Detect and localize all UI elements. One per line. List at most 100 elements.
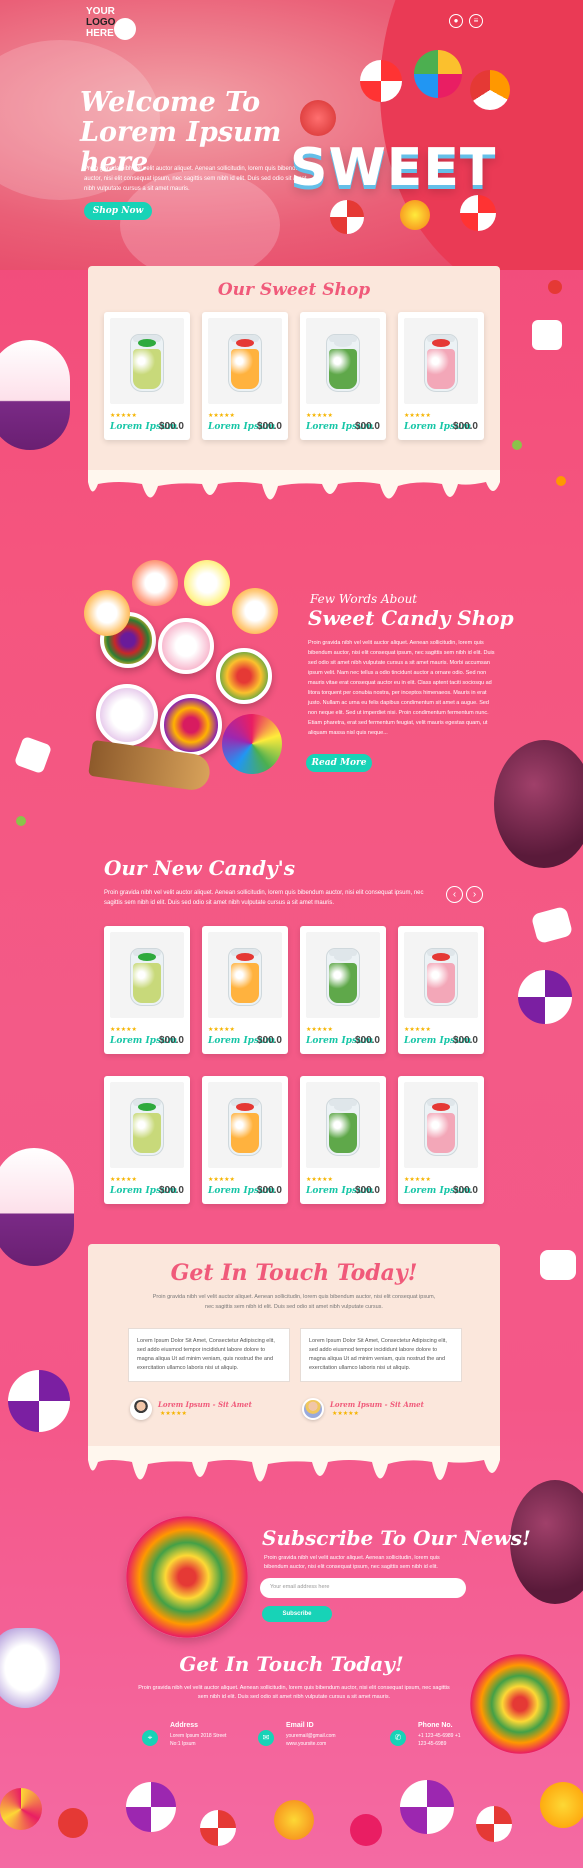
- testimonial-quote: Lorem Ipsum Dolor Sit Amet, Consectetur …: [300, 1328, 462, 1382]
- product-price: $00.0: [158, 421, 184, 432]
- section-title: Get In Touch Today!: [170, 1260, 418, 1286]
- lollipop-icon: [360, 60, 402, 102]
- rating-stars: ★★★★★: [208, 413, 235, 419]
- product-image: [110, 1082, 184, 1168]
- rating-stars: ★★★★★: [332, 1411, 359, 1417]
- product-price: $00.0: [354, 1185, 380, 1196]
- cupcake-decoration: [0, 1148, 74, 1266]
- location-icon: ⌖: [142, 1730, 158, 1746]
- product-card[interactable]: ★★★★★ Lorem Ipsum $00.0: [398, 312, 484, 440]
- product-card[interactable]: ★★★★★ Lorem Ipsum $00.0: [300, 312, 386, 440]
- phone-label: Phone No.: [418, 1722, 453, 1729]
- product-price: $00.0: [158, 1185, 184, 1196]
- product-image: [404, 932, 478, 1018]
- lollipop-icon: [8, 1370, 70, 1432]
- rating-stars: ★★★★★: [160, 1411, 187, 1417]
- email-value: youremail@gmail.com www.yoursite.com: [286, 1733, 336, 1747]
- header-icons: ● ≡: [449, 14, 483, 28]
- product-image: [306, 932, 380, 1018]
- product-card[interactable]: ★★★★★ Lorem Ipsum $00.0: [104, 926, 190, 1054]
- product-card[interactable]: ★★★★★ Lorem Ipsum $00.0: [300, 926, 386, 1054]
- product-card[interactable]: ★★★★★ Lorem Ipsum $00.0: [202, 926, 288, 1054]
- email-input[interactable]: Your email address here: [260, 1578, 466, 1598]
- phone-icon: ✆: [390, 1730, 406, 1746]
- candy-bowl-image: [216, 648, 272, 704]
- lollipop-icon: [222, 714, 282, 774]
- product-price: $00.0: [354, 1035, 380, 1046]
- candy-ball-icon: [548, 280, 562, 294]
- lollipop-icon: [232, 588, 278, 634]
- marshmallow-icon: [530, 905, 574, 945]
- logo[interactable]: YOUR LOGO HERE: [86, 6, 142, 46]
- about-text: Proin gravida nibh vel velit auctor aliq…: [308, 640, 495, 736]
- avatar: [130, 1398, 152, 1420]
- candy-bowl-image: [160, 694, 222, 756]
- product-price: $00.0: [354, 421, 380, 432]
- email-label: Email ID: [286, 1722, 314, 1729]
- candy-ball-icon: [512, 440, 522, 450]
- product-card[interactable]: ★★★★★ Lorem Ipsum $00.0: [398, 1076, 484, 1204]
- product-price: $00.0: [452, 1035, 478, 1046]
- prev-arrow-button[interactable]: ‹: [446, 886, 463, 903]
- product-image: [404, 318, 478, 404]
- product-price: $00.0: [256, 421, 282, 432]
- next-arrow-button[interactable]: ›: [466, 886, 483, 903]
- product-card[interactable]: ★★★★★ Lorem Ipsum $00.0: [104, 312, 190, 440]
- address-value: Lorem Ipsum 2018 Street No:1 Ipsum: [170, 1733, 227, 1747]
- testimonial-name: Lorem Ipsum - Sit Amet: [158, 1400, 252, 1409]
- address-label: Address: [170, 1722, 199, 1729]
- product-price: $00.0: [256, 1035, 282, 1046]
- product-card[interactable]: ★★★★★ Lorem Ipsum $00.0: [398, 926, 484, 1054]
- read-more-button[interactable]: Read More: [306, 754, 372, 772]
- section-text: Proin gravida nibh vel velit auctor aliq…: [104, 890, 424, 906]
- product-image: [208, 932, 282, 1018]
- product-image: [110, 932, 184, 1018]
- product-image: [208, 1082, 282, 1168]
- product-price: $00.0: [256, 1185, 282, 1196]
- lollipop-icon: [132, 560, 178, 606]
- lollipop-icon: [414, 50, 462, 98]
- user-icon[interactable]: ●: [449, 14, 463, 28]
- subscribe-button[interactable]: Subscribe: [262, 1606, 332, 1622]
- rating-stars: ★★★★★: [306, 413, 333, 419]
- product-card[interactable]: ★★★★★ Lorem Ipsum $00.0: [202, 1076, 288, 1204]
- marshmallow-icon: [532, 320, 562, 350]
- lollipop-icon: [460, 195, 496, 231]
- logo-text: LOGO: [86, 17, 116, 28]
- email-icon: ✉: [258, 1730, 274, 1746]
- product-image: [306, 1082, 380, 1168]
- product-card[interactable]: ★★★★★ Lorem Ipsum $00.0: [202, 312, 288, 440]
- subscribe-text: Proin gravida nibh vel velit auctor aliq…: [264, 1555, 440, 1570]
- product-price: $00.0: [452, 421, 478, 432]
- phone-value: +1 123-45-6989 +1 123-45-6989: [418, 1733, 461, 1747]
- marshmallow-icon: [13, 735, 53, 775]
- product-card[interactable]: ★★★★★ Lorem Ipsum $00.0: [300, 1076, 386, 1204]
- testimonial-quote: Lorem Ipsum Dolor Sit Amet, Consectetur …: [128, 1328, 290, 1382]
- menu-icon[interactable]: ≡: [469, 14, 483, 28]
- about-title: Sweet Candy Shop: [308, 606, 514, 630]
- section-title: Our Sweet Shop: [217, 280, 371, 300]
- rating-stars: ★★★★★: [404, 413, 431, 419]
- candy-ball-icon: [400, 200, 430, 230]
- about-subtitle: Few Words About: [310, 592, 418, 606]
- product-card[interactable]: ★★★★★ Lorem Ipsum $00.0: [104, 1076, 190, 1204]
- rating-stars: ★★★★★: [110, 1027, 137, 1033]
- avatar: [302, 1398, 324, 1420]
- jelly-bean-bowl-image: [126, 1516, 248, 1638]
- lollipop-icon: [470, 70, 510, 110]
- jelly-bean-bowl-image: [470, 1654, 570, 1754]
- contact-text: Proin gravida nibh vel velit auctor aliq…: [138, 1685, 450, 1700]
- lollipop-icon: [330, 200, 364, 234]
- testimonial-name: Lorem Ipsum - Sit Amet: [330, 1400, 424, 1409]
- rating-stars: ★★★★★: [110, 1177, 137, 1183]
- shop-now-button[interactable]: Shop Now: [84, 202, 152, 220]
- section-title: Our New Candy's: [104, 856, 296, 880]
- footer-lollipops: [0, 1770, 583, 1868]
- product-image: [404, 1082, 478, 1168]
- lollipop-icon: [84, 590, 130, 636]
- lollipop-icon: [518, 970, 572, 1024]
- icing-drip: [88, 470, 500, 500]
- product-image: [208, 318, 282, 404]
- subscribe-title: Subscribe To Our News!: [262, 1526, 531, 1550]
- rating-stars: ★★★★★: [306, 1177, 333, 1183]
